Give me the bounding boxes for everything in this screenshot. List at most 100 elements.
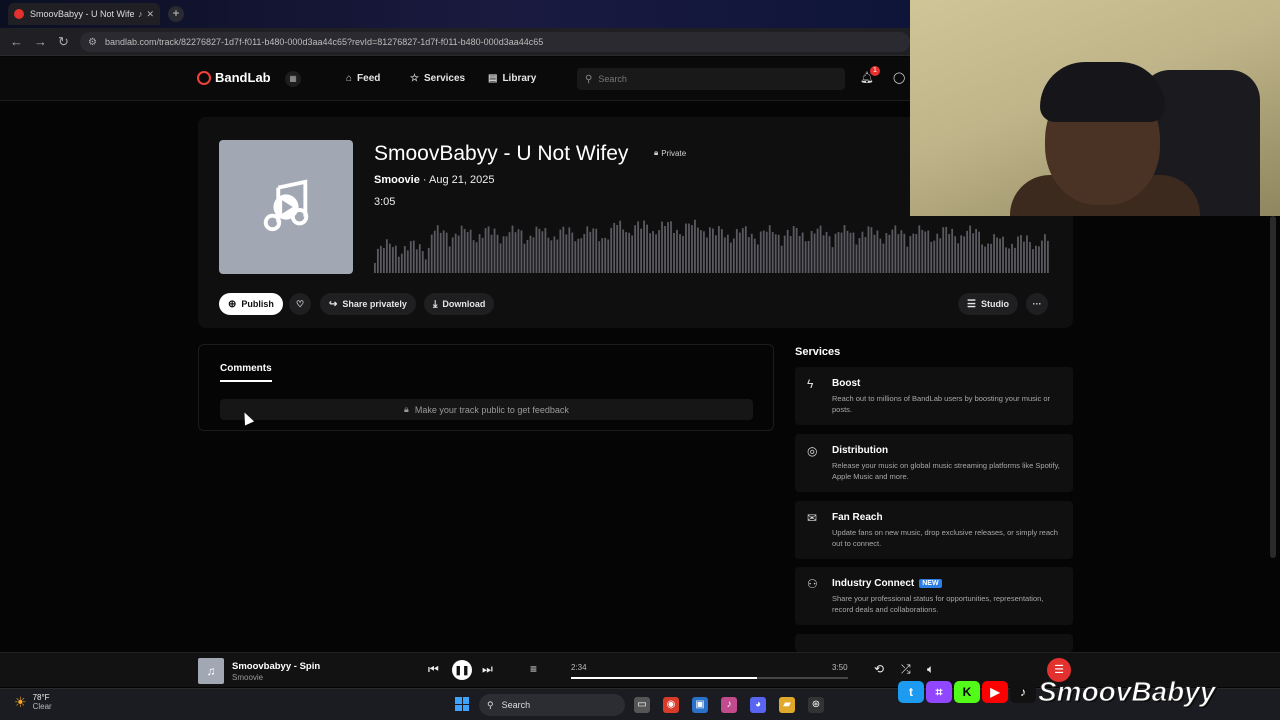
task-view-icon[interactable]: ▭ bbox=[634, 697, 650, 713]
waveform-bar bbox=[517, 229, 520, 273]
service-distribution[interactable]: ◎ Distribution Release your music on glo… bbox=[795, 434, 1073, 492]
waveform-bar bbox=[697, 227, 699, 273]
waveform-bar bbox=[589, 231, 592, 273]
page-scrollbar[interactable] bbox=[1270, 216, 1276, 558]
service-description: Release your music on global music strea… bbox=[832, 461, 1060, 481]
waveform-bar bbox=[625, 232, 628, 273]
forward-icon[interactable]: → bbox=[34, 34, 47, 49]
repeat-icon[interactable]: ⟲ bbox=[874, 662, 884, 676]
waveform-bar bbox=[400, 253, 403, 273]
globe-icon: ◎ bbox=[807, 444, 818, 458]
volume-icon[interactable]: 🔈︎ bbox=[927, 662, 934, 677]
waveform-bar bbox=[652, 231, 654, 273]
twitter-icon: t bbox=[898, 681, 924, 703]
nav-services-label: Services bbox=[423, 73, 466, 84]
waveform-bar bbox=[649, 233, 651, 273]
waveform-bar bbox=[1014, 247, 1016, 273]
waveform-bar bbox=[520, 230, 523, 273]
tab-comments[interactable]: Comments bbox=[220, 363, 272, 382]
file-explorer-icon[interactable]: ▰ bbox=[779, 697, 795, 713]
waveform-bar bbox=[825, 231, 828, 273]
comment-locked-box: 🔒︎ Make your track public to get feedbac… bbox=[220, 399, 753, 420]
progress-bar[interactable] bbox=[571, 677, 848, 679]
waveform-bar bbox=[535, 226, 538, 273]
bandlab-favicon-icon bbox=[14, 9, 24, 19]
waveform-bar bbox=[379, 245, 382, 273]
photos-icon[interactable]: ▣ bbox=[692, 697, 708, 713]
music-app-icon[interactable]: ♪ bbox=[721, 697, 737, 713]
track-meta: Smoovie · Aug 21, 2025 bbox=[374, 174, 494, 186]
service-description: Reach out to millions of BandLab users b… bbox=[832, 394, 1051, 414]
waveform-bar bbox=[574, 241, 577, 273]
waveform-bar bbox=[738, 232, 741, 273]
reload-icon[interactable]: ↻ bbox=[58, 34, 69, 50]
waveform-bar bbox=[756, 244, 759, 273]
screen: SmoovBabyy - U Not Wife ♪ ✕ + ← → ↻ ⚙ ba… bbox=[0, 0, 1280, 720]
bandlab-logo[interactable]: BandLab bbox=[197, 70, 271, 85]
chrome-icon[interactable]: ◉ bbox=[663, 697, 679, 713]
download-button[interactable]: ⤓ Download bbox=[424, 293, 495, 315]
service-industry-connect[interactable]: ⚇ Industry Connect NEW Share your profes… bbox=[795, 567, 1073, 625]
waveform-bar bbox=[921, 229, 924, 273]
studio-button[interactable]: ☰ Studio bbox=[958, 293, 1018, 315]
close-tab-icon[interactable]: ✕ bbox=[146, 9, 154, 20]
taskbar-search[interactable]: ⚲ Search bbox=[479, 694, 625, 716]
service-name: Boost bbox=[832, 378, 861, 389]
discord-icon[interactable]: ◕ bbox=[750, 697, 766, 713]
track-artwork[interactable] bbox=[219, 140, 353, 274]
app-icon[interactable]: ⊛ bbox=[808, 697, 824, 713]
like-button[interactable]: ♡ bbox=[289, 293, 311, 315]
service-next-partial[interactable] bbox=[795, 634, 1073, 652]
more-options-button[interactable]: ··· bbox=[1026, 293, 1048, 315]
back-icon[interactable]: ← bbox=[10, 34, 23, 49]
waveform-bar bbox=[454, 233, 457, 273]
waveform-bar bbox=[421, 251, 424, 273]
waveform-bar bbox=[969, 225, 972, 273]
waveform-bar bbox=[957, 243, 960, 273]
waveform-bar bbox=[996, 237, 998, 273]
waveform-bar bbox=[559, 229, 562, 273]
new-tab-button[interactable]: + bbox=[168, 6, 184, 22]
previous-icon[interactable]: ⏮︎ bbox=[428, 662, 439, 677]
queue-icon[interactable]: ≡ bbox=[530, 662, 537, 676]
service-fan-reach[interactable]: ✉ Fan Reach Update fans on new music, dr… bbox=[795, 501, 1073, 559]
url-field[interactable]: ⚙ bandlab.com/track/82276827-1d7f-f011-b… bbox=[80, 32, 910, 52]
now-playing-artwork[interactable]: ♫ bbox=[198, 658, 224, 684]
download-icon: ⤓ bbox=[433, 298, 438, 310]
waveform-bar bbox=[792, 226, 795, 273]
artist-link[interactable]: Smoovie bbox=[374, 174, 420, 186]
pause-button[interactable]: ❚❚ bbox=[452, 660, 472, 680]
share-privately-button[interactable]: ↪ Share privately bbox=[320, 293, 416, 315]
waveform-bar bbox=[712, 228, 714, 273]
webcam-overlay bbox=[910, 0, 1280, 216]
waveform-bar bbox=[1008, 248, 1010, 273]
next-icon[interactable]: ⏭︎ bbox=[482, 662, 493, 677]
waveform-bar bbox=[562, 226, 565, 273]
speaker-icon[interactable]: ♪ bbox=[138, 9, 143, 19]
waveform-bar bbox=[900, 230, 903, 273]
search-input[interactable]: ⚲ Search bbox=[577, 68, 845, 90]
nav-services[interactable]: ☆ Services bbox=[410, 73, 465, 84]
now-playing-artist[interactable]: Smoovie bbox=[232, 673, 263, 682]
waveform-bar bbox=[882, 243, 885, 273]
now-playing-title[interactable]: Smoovbabyy - Spin bbox=[232, 661, 320, 672]
studio-label: Studio bbox=[980, 299, 1009, 309]
waveform-bar bbox=[813, 233, 816, 273]
nav-library[interactable]: ▤ Library bbox=[488, 73, 536, 84]
windows-start-icon[interactable] bbox=[455, 697, 469, 711]
apps-grid-icon[interactable]: ▦ bbox=[285, 71, 301, 87]
shuffle-icon[interactable]: ⤮ bbox=[901, 662, 911, 677]
waveform-bar bbox=[388, 243, 391, 273]
waveform-bar bbox=[732, 238, 735, 273]
weather-widget[interactable]: ☀ 78°F Clear bbox=[14, 693, 52, 711]
browser-tab[interactable]: SmoovBabyy - U Not Wife ♪ ✕ bbox=[8, 3, 160, 25]
waveform-bar bbox=[960, 235, 963, 273]
waveform-bar bbox=[1011, 243, 1013, 273]
site-info-icon[interactable]: ⚙ bbox=[88, 37, 97, 48]
messages-icon[interactable]: ◯ bbox=[893, 71, 905, 84]
nav-feed[interactable]: ⌂ Feed bbox=[346, 73, 380, 84]
home-icon: ⌂ bbox=[346, 73, 353, 84]
waveform[interactable] bbox=[374, 213, 1050, 273]
publish-button[interactable]: ⊕ Publish bbox=[219, 293, 283, 315]
service-boost[interactable]: ϟ Boost Reach out to millions of BandLab… bbox=[795, 367, 1073, 425]
